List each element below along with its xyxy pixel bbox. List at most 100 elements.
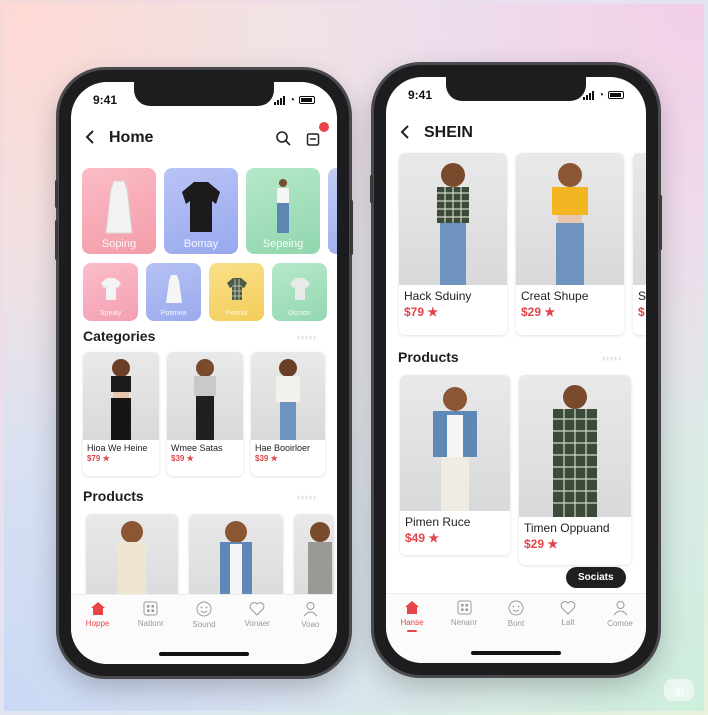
mini-tile[interactable]: Peonis bbox=[209, 263, 264, 321]
product-price: $49 ★ bbox=[405, 531, 440, 545]
model-image bbox=[552, 163, 588, 285]
tab-label: Natlonr bbox=[137, 619, 164, 628]
products-see-more[interactable]: ››››› bbox=[297, 492, 317, 502]
active-tab-indicator bbox=[407, 630, 417, 632]
product-price: $29 ★ bbox=[524, 537, 559, 551]
home-indicator bbox=[471, 651, 561, 655]
model-image bbox=[276, 359, 300, 440]
category-tile[interactable]: Soping bbox=[82, 168, 156, 254]
search-icon bbox=[276, 131, 291, 146]
category-tile-partial[interactable] bbox=[328, 168, 337, 254]
user-icon bbox=[613, 601, 627, 616]
battery-icon bbox=[299, 96, 315, 104]
product-photo bbox=[519, 375, 631, 517]
tile-label: Ocmon bbox=[288, 310, 311, 317]
right-screen: 9:41 ◔ SHEIN Hack Sduiny $79 ★ Creat Shu… bbox=[386, 77, 646, 663]
product-price: $29 ★ bbox=[521, 305, 556, 319]
product-name: Timen Oppuand bbox=[524, 521, 610, 535]
wifi-icon: ◔ bbox=[597, 89, 604, 101]
signal-icon bbox=[582, 90, 594, 100]
status-time: 9:41 bbox=[93, 93, 118, 107]
product-photo bbox=[400, 375, 510, 511]
dress-icon bbox=[105, 180, 133, 234]
back-button[interactable] bbox=[400, 123, 414, 144]
tab-label: Hanse bbox=[400, 618, 424, 627]
model-image bbox=[111, 359, 131, 440]
mini-tile[interactable]: Ocmon bbox=[272, 263, 327, 321]
tab-label: Lalt bbox=[561, 618, 575, 627]
wifi-icon: ◔ bbox=[288, 94, 295, 106]
product-photo bbox=[399, 153, 507, 285]
product-photo bbox=[516, 153, 624, 285]
product-card[interactable]: Hioa We Heine $79 ★ bbox=[83, 352, 159, 476]
product-photo bbox=[251, 352, 325, 440]
model-image bbox=[553, 385, 597, 517]
tile-label: Potimea bbox=[160, 310, 187, 317]
tab-profile[interactable]: Voao bbox=[285, 601, 335, 664]
products-title: Products bbox=[398, 349, 459, 365]
product-card[interactable]: Timen Oppuand $29 ★ bbox=[519, 375, 631, 565]
products-see-more[interactable]: ››››› bbox=[602, 353, 622, 363]
tab-label: Comoe bbox=[607, 619, 633, 628]
product-price: $79 ★ bbox=[87, 454, 110, 463]
product-card[interactable]: Pimen Ruce $49 ★ bbox=[400, 375, 510, 555]
page-title: SHEIN bbox=[424, 124, 473, 141]
product-price: $ bbox=[638, 305, 645, 319]
page-title: Home bbox=[109, 129, 154, 146]
header: Home bbox=[85, 122, 329, 152]
volume-button bbox=[370, 175, 373, 203]
product-price: $39 ★ bbox=[171, 454, 194, 463]
product-card[interactable]: Wmee Satas $39 ★ bbox=[167, 352, 243, 476]
category-tile[interactable]: Bomay bbox=[164, 168, 238, 254]
power-button bbox=[350, 200, 353, 255]
search-button[interactable] bbox=[273, 128, 293, 148]
product-name: Creat Shupe bbox=[521, 289, 589, 303]
plaid-shirt-icon bbox=[226, 278, 247, 301]
product-price: $79 ★ bbox=[404, 305, 439, 319]
cart-badge bbox=[319, 122, 329, 132]
product-name: Hack Sduiny bbox=[404, 289, 472, 303]
sweater-icon bbox=[289, 278, 310, 301]
tab-home[interactable]: Hoppe bbox=[73, 601, 123, 664]
status-time: 9:41 bbox=[408, 88, 433, 102]
volume-button bbox=[55, 220, 58, 260]
category-tile[interactable]: Sepeing bbox=[246, 168, 320, 254]
model-image bbox=[194, 359, 216, 440]
product-card[interactable]: Hae Booirloer $39 ★ bbox=[251, 352, 325, 476]
tab-label: Sound bbox=[192, 620, 216, 629]
home-icon bbox=[405, 601, 419, 614]
categories-see-more[interactable]: ››››› bbox=[297, 332, 317, 342]
back-button[interactable] bbox=[85, 128, 99, 149]
tab-profile[interactable]: Comoe bbox=[595, 600, 645, 663]
mini-tile[interactable]: Potimea bbox=[146, 263, 201, 321]
product-name: Wmee Satas bbox=[171, 443, 223, 453]
dress-icon bbox=[165, 275, 182, 304]
product-card[interactable]: Creat Shupe $29 ★ bbox=[516, 153, 624, 335]
header: SHEIN bbox=[400, 119, 632, 147]
ai-watermark: ai bbox=[664, 679, 694, 701]
product-name: Hioa We Heine bbox=[87, 443, 148, 453]
mini-tile[interactable]: Spealy bbox=[83, 263, 138, 321]
chevron-left-icon bbox=[85, 129, 94, 144]
tile-label: Sepeing bbox=[262, 238, 304, 250]
tab-home[interactable]: Hanse bbox=[387, 600, 437, 663]
product-name: Hae Booirloer bbox=[255, 443, 311, 453]
toast-button[interactable]: Sociats bbox=[566, 567, 626, 588]
product-card[interactable]: Hack Sduiny $79 ★ bbox=[399, 153, 507, 335]
product-card-partial[interactable]: S $ bbox=[633, 153, 646, 335]
cart-button[interactable] bbox=[303, 122, 329, 148]
tile-label: Spealy bbox=[99, 310, 122, 317]
tab-label: Voao bbox=[301, 620, 320, 629]
grid-icon bbox=[457, 600, 471, 615]
tab-label: Hoppe bbox=[85, 619, 110, 628]
tile-label: Bomay bbox=[183, 238, 219, 250]
grid-icon bbox=[143, 601, 158, 616]
smile-icon bbox=[508, 600, 524, 616]
product-name: Pimen Ruce bbox=[405, 515, 471, 529]
user-icon bbox=[303, 602, 318, 617]
product-photo bbox=[633, 153, 646, 285]
heart-icon bbox=[249, 602, 265, 616]
tile-label: Peonis bbox=[225, 310, 248, 317]
smile-icon bbox=[196, 601, 212, 617]
jacket-icon bbox=[182, 181, 220, 232]
